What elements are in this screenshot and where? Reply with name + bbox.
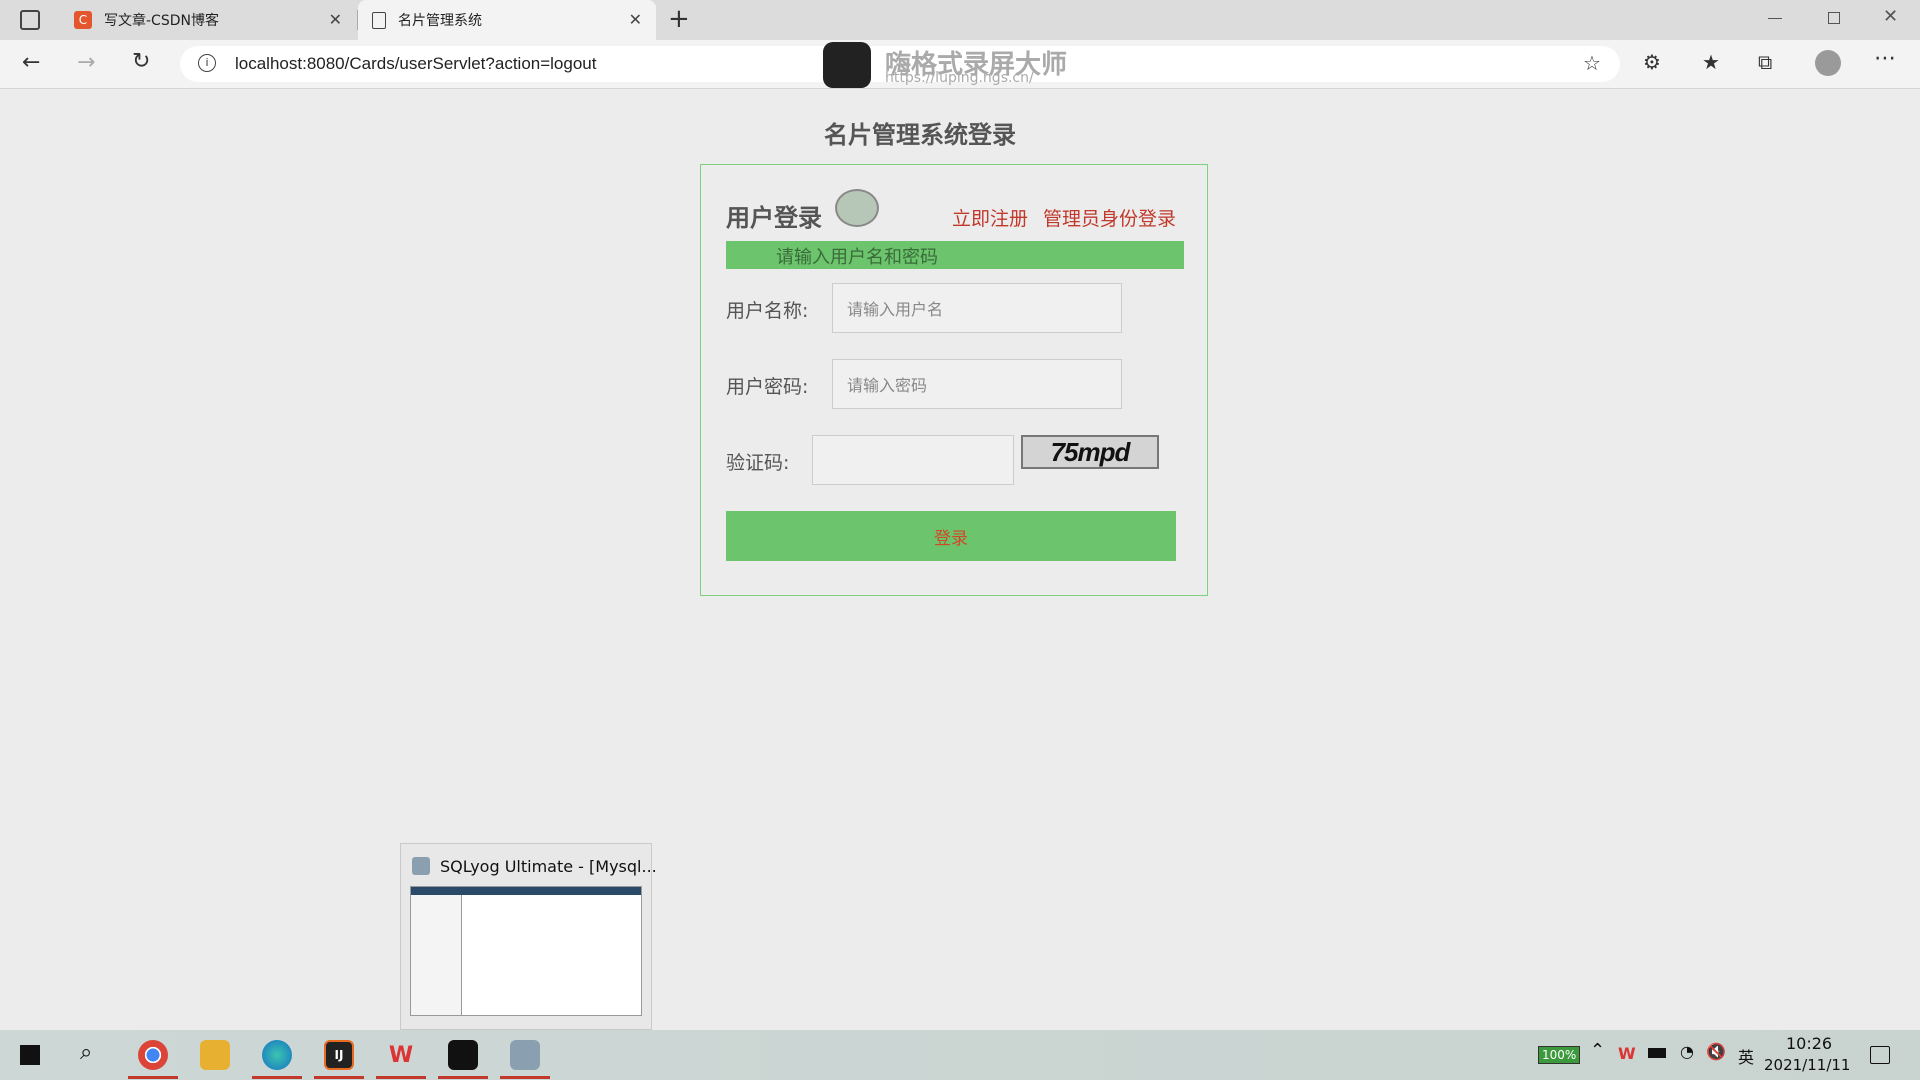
profile-avatar[interactable] <box>1815 50 1841 76</box>
wps-tray-icon[interactable]: W <box>1618 1044 1636 1063</box>
notification-icon[interactable] <box>1870 1046 1890 1064</box>
tab-label: 写文章-CSDN博客 <box>104 13 219 29</box>
info-icon[interactable]: i <box>198 54 216 72</box>
recorder-icon[interactable] <box>448 1040 478 1070</box>
csdn-icon: C <box>74 11 92 29</box>
tab-actions-icon[interactable] <box>20 10 40 30</box>
password-label: 用户密码: <box>726 376 809 398</box>
windows-start-icon[interactable] <box>20 1045 40 1065</box>
register-link[interactable]: 立即注册 <box>952 204 1028 231</box>
recorder-watermark-icon <box>823 42 871 88</box>
extensions-icon[interactable]: ⚙ <box>1643 50 1661 74</box>
login-heading: 用户登录 <box>726 204 822 232</box>
tab-label: 名片管理系统 <box>398 13 482 29</box>
hint-text: 请输入用户名和密码 <box>776 247 938 268</box>
active-indicator <box>128 1076 178 1079</box>
ime-indicator[interactable]: 英 <box>1738 1044 1754 1068</box>
collections-icon[interactable]: ⧉ <box>1758 50 1772 74</box>
close-icon[interactable]: ✕ <box>329 10 342 29</box>
search-icon[interactable]: ⌕ <box>80 1040 92 1065</box>
watermark-url: https://luping.hgs.cn/ <box>885 70 1034 86</box>
page-icon <box>372 11 386 29</box>
emblem-logo <box>835 189 879 227</box>
captcha-label: 验证码: <box>726 452 790 474</box>
more-icon[interactable]: ⋯ <box>1874 46 1896 71</box>
chevron-up-icon[interactable]: ⌃ <box>1590 1040 1605 1061</box>
intellij-icon[interactable]: IJ <box>324 1040 354 1070</box>
favorites-icon[interactable]: ★ <box>1702 50 1720 74</box>
battery-indicator[interactable]: 100% <box>1538 1046 1581 1064</box>
login-button[interactable]: 登录 <box>726 511 1176 561</box>
close-window-icon[interactable]: ✕ <box>1883 6 1898 27</box>
wifi-icon[interactable]: ◔ <box>1680 1042 1694 1061</box>
folder-icon[interactable] <box>200 1040 230 1070</box>
back-icon[interactable]: ← <box>22 50 40 75</box>
page-title: 名片管理系统登录 <box>824 121 1016 149</box>
close-icon[interactable]: ✕ <box>629 10 642 29</box>
forward-icon[interactable]: → <box>77 50 95 75</box>
username-label: 用户名称: <box>726 300 809 322</box>
username-input[interactable]: 请输入用户名 <box>832 283 1122 333</box>
thumbnail-preview[interactable] <box>410 886 642 1016</box>
active-indicator <box>376 1076 426 1079</box>
active-indicator <box>314 1076 364 1079</box>
minimize-icon[interactable] <box>1768 18 1782 19</box>
edge-icon[interactable] <box>262 1040 292 1070</box>
wps-icon[interactable]: W <box>386 1040 416 1070</box>
clock-time[interactable]: 10:26 <box>1786 1034 1832 1053</box>
tab-csdn[interactable]: C 写文章-CSDN博客 ✕ <box>60 0 356 40</box>
clock-date[interactable]: 2021/11/11 <box>1764 1056 1850 1074</box>
admin-login-link[interactable]: 管理员身份登录 <box>1043 204 1176 231</box>
active-indicator <box>252 1076 302 1079</box>
battery-icon[interactable] <box>1648 1048 1666 1058</box>
favorite-add-icon[interactable]: ☆ <box>1583 51 1601 75</box>
password-input[interactable]: 请输入密码 <box>832 359 1122 409</box>
captcha-input[interactable] <box>812 435 1014 485</box>
thumbnail-title: SQLyog Ultimate - [Mysql... <box>440 857 657 876</box>
refresh-icon[interactable]: ↻ <box>132 49 150 74</box>
restore-icon[interactable] <box>1828 12 1840 24</box>
captcha-image[interactable]: 75mpd <box>1021 435 1159 469</box>
url-text[interactable]: localhost:8080/Cards/userServlet?action=… <box>235 54 596 74</box>
new-tab-button[interactable]: + <box>668 4 690 34</box>
active-indicator <box>500 1076 550 1079</box>
chrome-icon[interactable] <box>138 1040 168 1070</box>
tab-card-system[interactable]: 名片管理系统 ✕ <box>358 0 656 40</box>
sqlyog-taskbar-icon[interactable] <box>510 1040 540 1070</box>
active-indicator <box>438 1076 488 1079</box>
volume-icon[interactable]: 🔇 <box>1706 1042 1726 1061</box>
sqlyog-icon <box>412 857 430 875</box>
